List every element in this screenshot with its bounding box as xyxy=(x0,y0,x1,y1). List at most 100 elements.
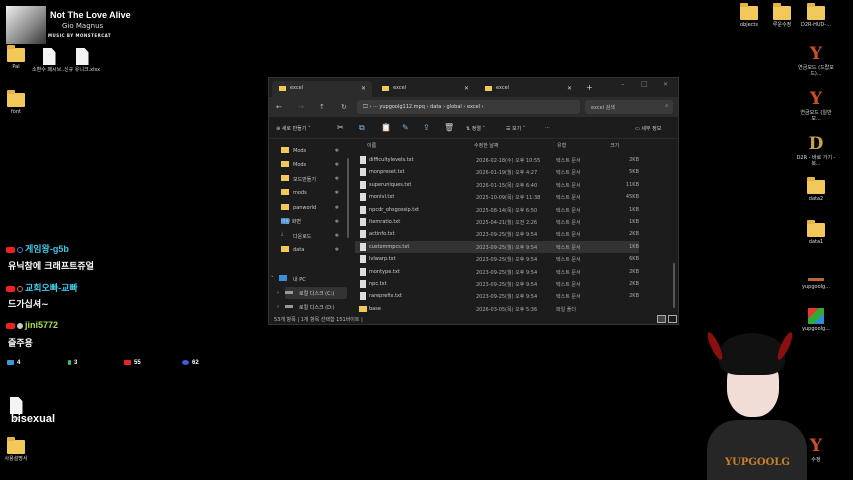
folder-icon xyxy=(281,175,289,181)
file-row[interactable]: monpreset.txt 2026-01-19(월) 오후 4:27 텍스트 문서… xyxy=(355,166,639,178)
file-name: custommpcs.txt xyxy=(369,243,410,250)
stat-chzzk: 4 xyxy=(7,360,20,366)
chevron-right-icon[interactable]: › xyxy=(277,304,279,310)
stat-value: 62 xyxy=(192,360,199,367)
tab-excel-1[interactable]: excel ✕ xyxy=(272,81,372,97)
text-file-icon xyxy=(360,230,366,239)
file-row[interactable]: custommpcs.txt 2023-09-25(월) 오후 9:54 텍스트 문… xyxy=(355,240,639,253)
desktop-icon-xlsx[interactable]: 신규 유니크.xlsx xyxy=(62,48,102,73)
tab-label: excel xyxy=(290,85,304,91)
file-row[interactable]: superuniques.txt 2026-01-15(목) 오후 6:40 텍스트… xyxy=(355,179,639,191)
close-tab-icon[interactable]: ✕ xyxy=(361,85,366,92)
close-tab-icon[interactable]: ✕ xyxy=(567,85,572,92)
tiles-view-icon[interactable] xyxy=(668,315,677,323)
new-tab-button[interactable]: + xyxy=(586,83,593,92)
tab-excel-3[interactable]: excel ✕ xyxy=(478,81,578,97)
pin-icon: ✱ xyxy=(334,162,339,168)
file-row[interactable]: actinfo.txt 2023-09-25(월) 오후 9:54 텍스트 문서 2K… xyxy=(355,228,639,240)
maximize-button[interactable]: □ xyxy=(641,80,648,88)
file-row[interactable]: difficultylevels.txt 2026-02-18(수) 오후 10:… xyxy=(355,154,639,166)
nav-item[interactable]: ⤓ 다운로드 ✱ xyxy=(281,230,343,242)
file-row[interactable]: npcdr_ohsgossip.txt 2025-08-14(목) 오후 6:50… xyxy=(355,204,639,216)
chat-message: 즐주용 xyxy=(8,339,33,349)
column-type[interactable]: 유형 xyxy=(557,142,566,149)
desktop-shortcut-mod1[interactable]: Y 연금모드 (드랍모드)... xyxy=(796,45,836,77)
desktop-icon-manual[interactable]: 사용설명서 xyxy=(0,437,36,462)
y-logo-icon: Y xyxy=(809,89,823,109)
tab-label: excel xyxy=(496,85,510,91)
file-row[interactable]: monlvl.txt 2025-10-09(목) 오후 11:38 텍스트 문서 45… xyxy=(355,191,639,203)
paste-icon[interactable]: 📋 xyxy=(381,123,391,132)
address-bar-row: ← → ↑ ↻ 🖵 › ··· yupgoolg112.mpq › data ›… xyxy=(269,97,678,117)
icon-label: data1 xyxy=(808,239,824,245)
sort-button[interactable]: ⇅ 정렬 ˅ xyxy=(466,125,485,132)
tab-excel-2[interactable]: excel ✕ xyxy=(375,81,475,97)
details-view-icon[interactable] xyxy=(657,315,666,323)
file-row[interactable]: itemratio.txt 2025-04-21(월) 오전 2:26 텍스트 문서… xyxy=(355,216,639,228)
desktop-icon-data1[interactable]: data1 xyxy=(796,220,836,245)
view-button[interactable]: ☰ 보기 ˅ xyxy=(506,125,525,132)
chevron-down-icon[interactable]: ˅ xyxy=(271,276,274,282)
desktop-icon-font[interactable]: font xyxy=(0,90,36,115)
pin-icon: ✱ xyxy=(334,205,339,211)
file-date: 2026-03-05(목) 오후 5:36 xyxy=(476,306,538,313)
file-size: 2KB xyxy=(629,281,639,287)
tab-label: excel xyxy=(393,85,407,91)
up-icon[interactable]: ↑ xyxy=(319,103,325,111)
search-input[interactable]: excel 검색 ⌕ xyxy=(585,100,673,114)
path-overflow[interactable]: ··· xyxy=(373,104,378,110)
nav-item-label: mods xyxy=(293,190,307,196)
file-row[interactable]: montype.txt 2023-09-25(월) 오후 9:54 텍스트 문서 2K… xyxy=(355,266,639,278)
nav-item[interactable]: Mods ✱ xyxy=(281,145,343,157)
nav-item[interactable]: mods ✱ xyxy=(281,187,343,199)
youtube-icon xyxy=(6,322,15,329)
chevron-right-icon[interactable]: › xyxy=(277,290,279,296)
column-size[interactable]: 크기 xyxy=(610,142,619,149)
nav-scrollbar[interactable] xyxy=(347,158,349,238)
desktop-shortcut-mod2[interactable]: Y 연금모드 (일반모... xyxy=(796,90,836,122)
more-button[interactable]: ··· xyxy=(545,125,550,131)
close-tab-icon[interactable]: ✕ xyxy=(464,85,469,92)
forward-icon[interactable]: → xyxy=(298,103,304,111)
file-row[interactable]: rareprefix.txt 2023-09-25(월) 오후 9:54 텍스트 문… xyxy=(355,290,639,302)
address-bar[interactable]: 🖵 › ··· yupgoolg112.mpq › data › global … xyxy=(357,100,580,114)
nav-item[interactable]: Mods ✱ xyxy=(281,159,343,171)
cut-icon[interactable]: ✂ xyxy=(337,123,344,132)
breadcrumb-global[interactable]: global xyxy=(447,104,462,110)
desktop-icon-data2[interactable]: data2 xyxy=(796,177,836,202)
desktop-icon-hud[interactable]: D2R-HUD-... xyxy=(796,3,836,28)
text-file-icon xyxy=(360,267,366,276)
minimize-button[interactable]: – xyxy=(621,80,625,88)
file-row[interactable]: lvlwarp.txt 2023-09-25(월) 오후 9:54 텍스트 문서 6K… xyxy=(355,253,639,265)
desktop-shortcut-d2r[interactable]: D D2R - 바로 가기 - 복... xyxy=(796,135,836,167)
file-row[interactable]: npc.txt 2023-09-25(월) 오후 9:54 텍스트 문서 2KB xyxy=(355,278,639,290)
file-row[interactable]: base 2026-03-05(목) 오후 5:36 파일 폴더 xyxy=(355,303,639,315)
nav-item[interactable]: panworld ✱ xyxy=(281,202,343,214)
nav-item[interactable]: 바탕 화면 ✱ xyxy=(281,216,343,228)
breadcrumb-mpq[interactable]: yupgoolg112.mpq xyxy=(379,104,425,110)
nav-item[interactable]: 로컬 디스크 (D:) › xyxy=(277,301,347,313)
desktop-icon-yupgoolg1[interactable]: yupgoolg... xyxy=(796,278,836,290)
new-button[interactable]: ⊕ 새로 만들기 ˅ xyxy=(276,125,310,132)
nav-item[interactable]: 모드만들기 ✱ xyxy=(281,173,343,185)
nav-item[interactable]: 로컬 디스크 (C:) › xyxy=(277,287,347,299)
nav-item[interactable]: data ✱ xyxy=(281,244,343,256)
breadcrumb-data[interactable]: data xyxy=(430,104,441,110)
close-window-button[interactable]: ✕ xyxy=(663,81,668,88)
rename-icon[interactable]: ✎ xyxy=(402,123,409,132)
text-file-icon xyxy=(360,205,366,214)
details-pane-button[interactable]: ▭ 세부 정보 xyxy=(635,125,661,132)
column-name[interactable]: 이름 xyxy=(367,142,376,149)
back-icon[interactable]: ← xyxy=(276,103,282,111)
folder-icon xyxy=(281,147,289,153)
breadcrumb-excel[interactable]: excel xyxy=(467,104,480,110)
refresh-icon[interactable]: ↻ xyxy=(341,103,347,111)
column-date[interactable]: 수정한 날짜 xyxy=(474,142,499,149)
file-list-scrollbar[interactable] xyxy=(673,263,675,308)
file-name: npc.txt xyxy=(369,281,387,287)
share-icon[interactable]: ⇪ xyxy=(423,123,430,132)
delete-icon[interactable]: 🗑 xyxy=(444,123,454,132)
pc-icon: 🖵 › xyxy=(363,104,372,110)
nav-item[interactable]: 내 PC ˅ xyxy=(271,273,341,285)
copy-icon[interactable]: ⧉ xyxy=(359,123,365,133)
